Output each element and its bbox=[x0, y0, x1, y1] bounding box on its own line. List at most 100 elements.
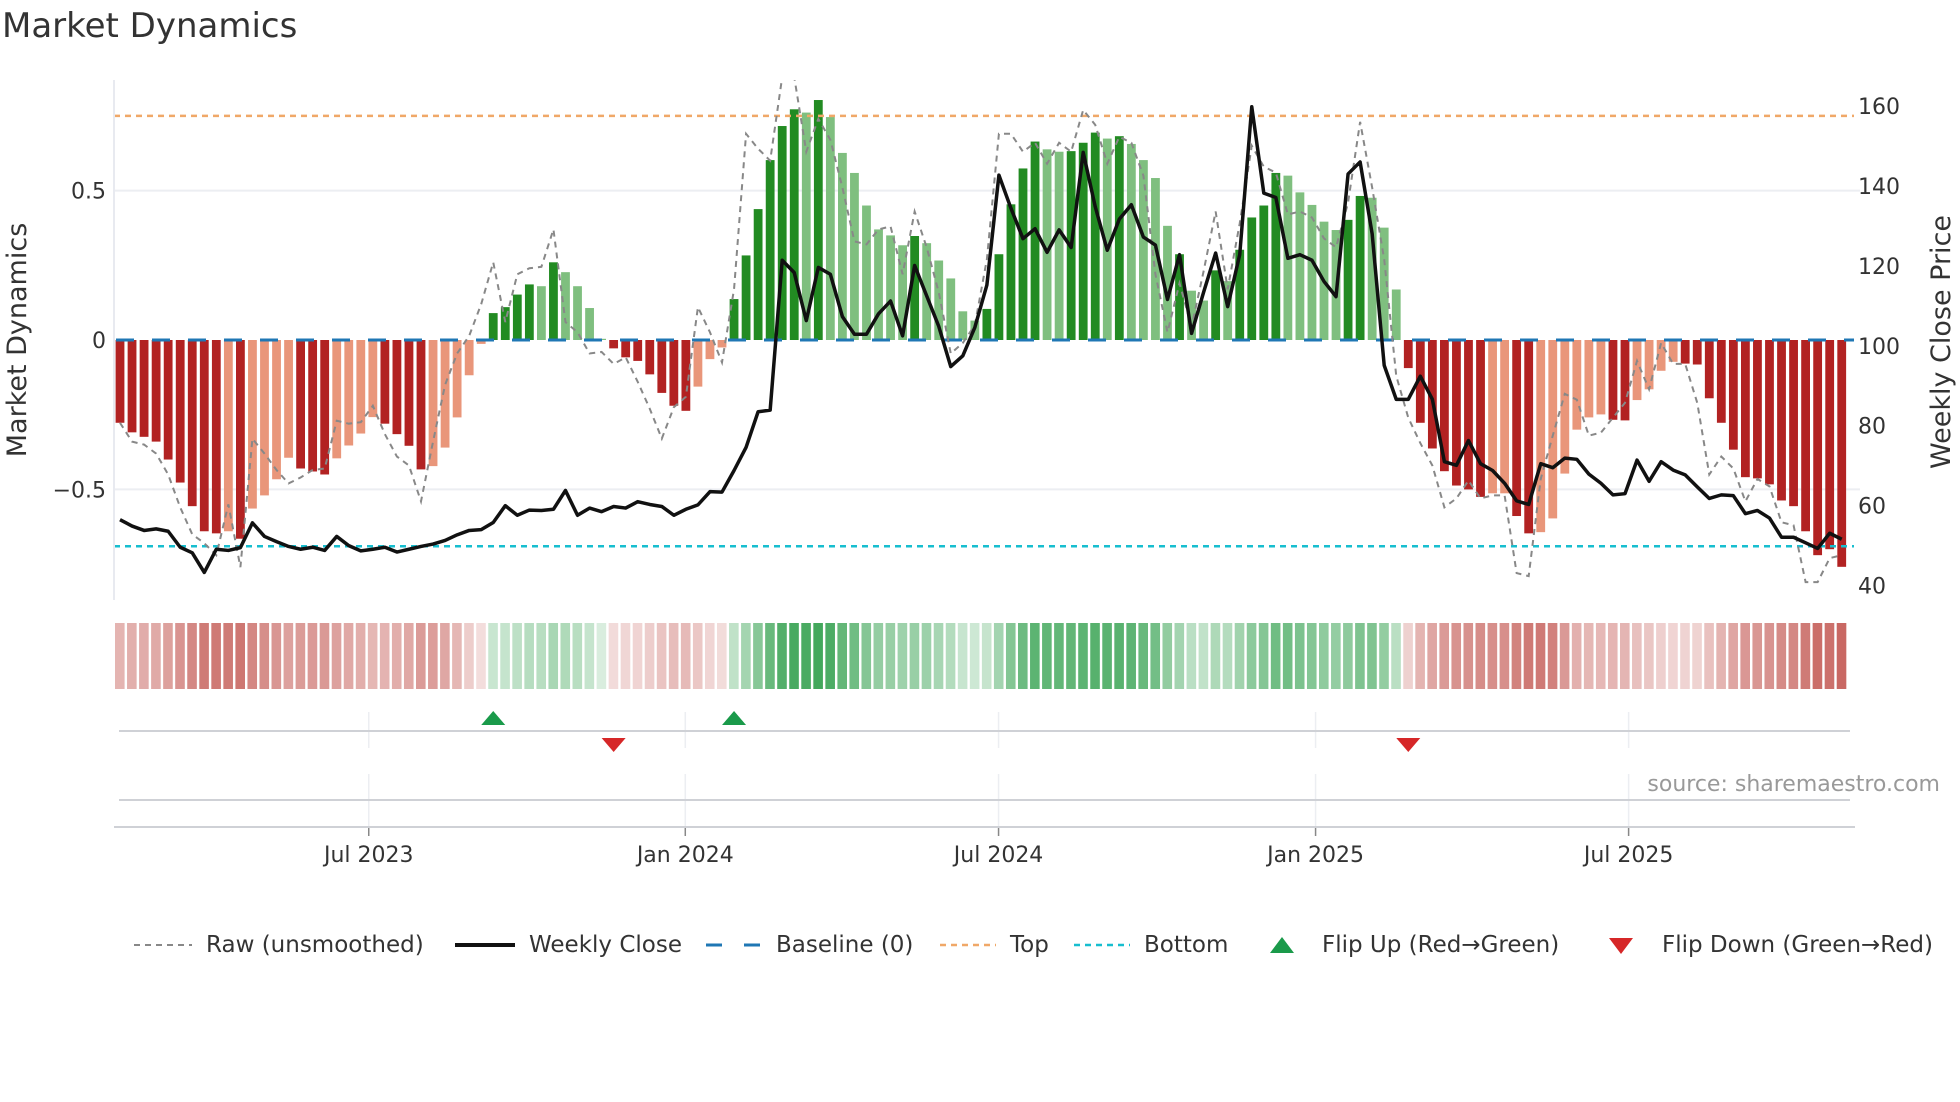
heat-cell bbox=[981, 623, 992, 689]
right-tick-label: 60 bbox=[1858, 495, 1886, 520]
heat-cell bbox=[367, 623, 378, 689]
momentum-bar bbox=[163, 340, 173, 460]
momentum-bar bbox=[1837, 340, 1847, 567]
legend-label: Top bbox=[1010, 932, 1049, 958]
momentum-bar bbox=[633, 340, 643, 361]
heat-cell bbox=[1174, 623, 1185, 689]
heat-cell bbox=[295, 623, 306, 689]
heat-cell bbox=[500, 623, 510, 689]
x-tick-label: Jul 2023 bbox=[322, 843, 414, 868]
heat-cell bbox=[1403, 623, 1413, 689]
heat-cell bbox=[416, 623, 426, 689]
momentum-bar bbox=[464, 340, 474, 376]
momentum-bar bbox=[260, 340, 269, 496]
heat-cell bbox=[1716, 623, 1726, 689]
heat-cell bbox=[428, 623, 438, 689]
heat-cell bbox=[283, 623, 294, 689]
legend-item-bottom: Bottom bbox=[1074, 928, 1228, 962]
heat-cell bbox=[163, 623, 173, 689]
momentum-bar bbox=[1620, 340, 1630, 421]
momentum-bar bbox=[1307, 204, 1317, 340]
heat-cell bbox=[175, 623, 185, 689]
heat-cell bbox=[1475, 623, 1486, 689]
momentum-bar bbox=[1476, 340, 1485, 497]
heat-cell bbox=[909, 623, 920, 689]
heat-cell bbox=[1632, 623, 1642, 689]
heat-cell bbox=[1391, 623, 1401, 689]
triangle-up-icon bbox=[1270, 937, 1294, 953]
heat-cell bbox=[1030, 623, 1040, 689]
heat-cell bbox=[187, 623, 197, 689]
momentum-bar bbox=[1572, 340, 1582, 430]
momentum-bar bbox=[1728, 340, 1738, 450]
momentum-bar bbox=[1500, 340, 1509, 494]
heat-cell bbox=[825, 623, 835, 689]
heat-cell bbox=[1114, 623, 1124, 689]
momentum-bar bbox=[561, 272, 570, 340]
right-tick-label: 80 bbox=[1858, 415, 1886, 440]
dotted-line-icon bbox=[1074, 943, 1130, 947]
heat-cell bbox=[945, 623, 956, 689]
y-axis-right-label: Weekly Close Price bbox=[1926, 215, 1957, 469]
heat-cell bbox=[1150, 623, 1161, 689]
heat-cell bbox=[1607, 623, 1618, 689]
heat-cell bbox=[319, 623, 330, 689]
heat-cell bbox=[464, 623, 474, 689]
heat-cell bbox=[765, 623, 775, 689]
momentum-bar bbox=[151, 340, 161, 442]
momentum-bar bbox=[1295, 192, 1305, 340]
heat-cell bbox=[1571, 623, 1582, 689]
heat-cell bbox=[1752, 623, 1763, 689]
x-tick-label: Jan 2024 bbox=[635, 843, 734, 868]
right-tick-label: 140 bbox=[1858, 175, 1900, 200]
heat-cell bbox=[391, 623, 402, 689]
heat-cell bbox=[139, 623, 149, 689]
heat-cell bbox=[331, 623, 342, 689]
momentum-bar bbox=[1789, 340, 1798, 507]
heat-cell bbox=[1078, 623, 1088, 689]
heat-cell bbox=[897, 623, 908, 689]
momentum-bar bbox=[958, 311, 968, 340]
momentum-bar bbox=[187, 340, 197, 507]
heat-cell bbox=[933, 623, 944, 689]
momentum-bar bbox=[512, 294, 522, 340]
heat-cell bbox=[127, 623, 137, 689]
momentum-bar bbox=[1741, 340, 1750, 478]
source-credit: source: sharemaestro.com bbox=[1647, 772, 1940, 797]
heat-cell bbox=[1331, 623, 1341, 689]
momentum-bar bbox=[1584, 340, 1594, 418]
heat-cell bbox=[1054, 623, 1064, 689]
heat-cell bbox=[1234, 623, 1245, 689]
heat-cell bbox=[1511, 623, 1522, 689]
dotted-line-icon bbox=[940, 943, 996, 947]
momentum-bar bbox=[1765, 340, 1774, 485]
heat-cell bbox=[969, 623, 980, 689]
heat-cell bbox=[115, 623, 125, 689]
momentum-bar bbox=[1536, 340, 1546, 533]
heat-cell bbox=[223, 623, 233, 689]
legend-label: Baseline (0) bbox=[776, 932, 914, 958]
heat-cell bbox=[632, 623, 643, 689]
heat-cell bbox=[1728, 623, 1738, 689]
heat-cell bbox=[1186, 623, 1197, 689]
heat-cell bbox=[271, 623, 282, 689]
legend-item-close: Weekly Close bbox=[455, 928, 682, 962]
heat-cell bbox=[1535, 623, 1546, 689]
heat-cell bbox=[692, 623, 703, 689]
heat-cell bbox=[403, 623, 414, 689]
momentum-bar bbox=[753, 209, 763, 340]
heat-cell bbox=[1776, 623, 1787, 689]
legend-item-flip-up: Flip Up (Red→Green) bbox=[1268, 928, 1559, 962]
momentum-bar bbox=[488, 313, 498, 340]
dashed-line-icon bbox=[706, 943, 762, 947]
momentum-bar bbox=[1211, 270, 1221, 340]
momentum-bar bbox=[416, 340, 426, 470]
right-tick-label: 100 bbox=[1858, 335, 1900, 360]
momentum-bar bbox=[248, 340, 257, 509]
heat-cell bbox=[849, 623, 860, 689]
heat-cell bbox=[1246, 623, 1257, 689]
flip-down-marker bbox=[601, 738, 626, 752]
heat-cell bbox=[211, 623, 221, 689]
heat-cell bbox=[1824, 623, 1835, 689]
momentum-bar bbox=[404, 340, 414, 446]
